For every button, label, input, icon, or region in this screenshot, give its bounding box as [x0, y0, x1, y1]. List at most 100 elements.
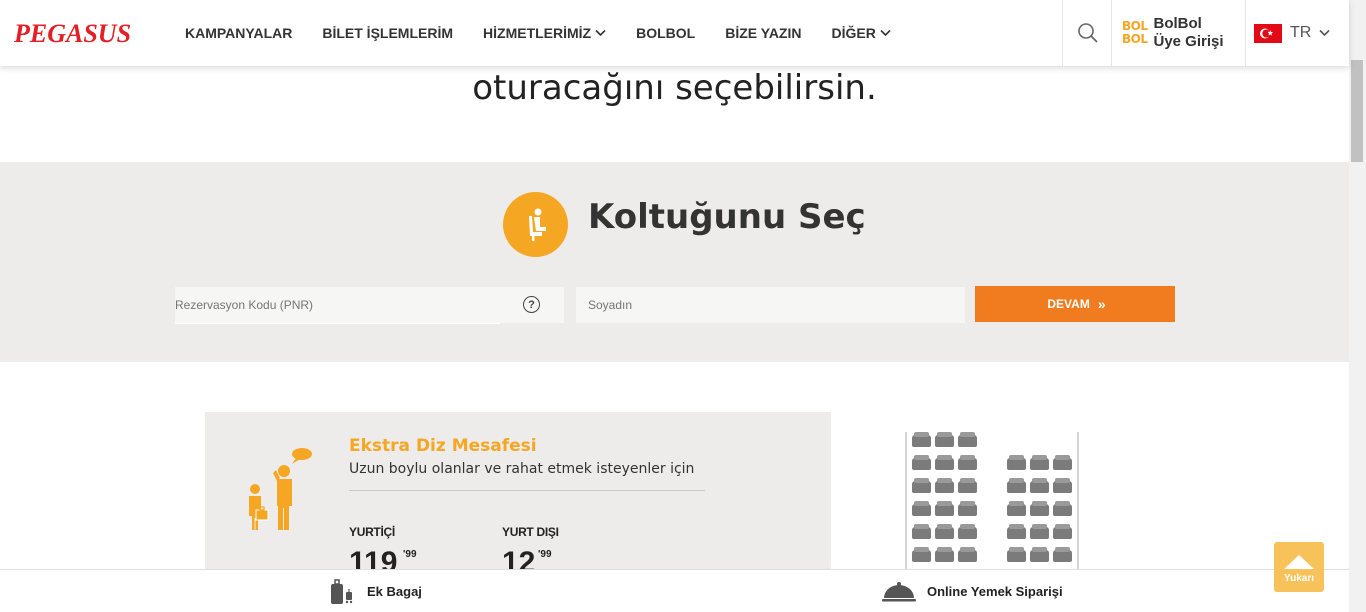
seat-illustration	[1007, 524, 1026, 539]
international-label: YURT DIŞI	[502, 525, 559, 539]
nav-bilet-islemlerim[interactable]: BİLET İŞLEMLERİM	[322, 25, 453, 41]
luggage-icon	[331, 578, 353, 604]
seat-icon	[503, 192, 568, 257]
seatmap-wall-left	[905, 432, 907, 572]
nav-bolbol[interactable]: BOLBOL	[636, 25, 695, 41]
extra-bag-label: Ek Bagaj	[367, 584, 422, 599]
bolbol-login-button[interactable]: BOL BOL BolBol Üye Girişi	[1111, 0, 1246, 66]
seat-illustration	[1007, 501, 1026, 516]
seat-illustration	[1030, 501, 1049, 516]
seat-illustration	[935, 524, 954, 539]
continue-label: DEVAM	[1047, 297, 1090, 311]
bolbol-line2: Üye Girişi	[1153, 33, 1224, 50]
nav-label: DİĞER	[831, 25, 876, 41]
seat-illustration	[935, 501, 954, 516]
seat-illustration	[958, 432, 977, 447]
chevron-down-icon	[595, 29, 606, 37]
search-icon	[1077, 23, 1098, 43]
seat-illustration	[1053, 501, 1072, 516]
seat-illustration	[1030, 547, 1049, 562]
seatmap-wall-right	[1077, 432, 1079, 572]
chevron-down-icon	[1319, 29, 1330, 37]
nav-label: BİZE YAZIN	[725, 25, 802, 41]
card-divider	[349, 490, 705, 491]
seat-illustration	[1053, 547, 1072, 562]
seat-illustration	[912, 478, 931, 493]
language-code: TR	[1290, 24, 1312, 41]
main-nav: KAMPANYALAR BİLET İŞLEMLERİM HİZMETLERİM…	[185, 0, 891, 66]
seat-illustration	[912, 432, 931, 447]
nav-bize-yazin[interactable]: BİZE YAZIN	[725, 25, 801, 41]
bolbol-logo: BOL BOL	[1122, 20, 1148, 46]
tall-person-icon	[249, 448, 312, 530]
seat-select-title: Koltuğunu Seç	[588, 197, 866, 237]
help-icon[interactable]: ?	[523, 296, 540, 313]
turkey-flag-icon	[1254, 23, 1282, 43]
online-meal-label: Online Yemek Siparişi	[927, 584, 1063, 599]
seat-illustration	[912, 455, 931, 470]
nav-label: KAMPANYALAR	[185, 25, 293, 41]
nav-hizmetlerimiz[interactable]: HİZMETLERİMİZ	[483, 25, 606, 41]
arrow-up-icon	[1284, 555, 1314, 569]
bottom-bar: Ek Bagaj Online Yemek Siparişi	[0, 569, 1349, 612]
seat-illustration	[1007, 455, 1026, 470]
seat-illustration	[1053, 478, 1072, 493]
bolbol-logo-bottom: BOL	[1122, 32, 1148, 46]
page-scrollbar[interactable]	[1349, 0, 1366, 612]
seat-illustration	[958, 478, 977, 493]
seat-illustration	[1007, 478, 1026, 493]
hero-text: oturacağını seçebilirsin.	[472, 68, 877, 108]
nav-label: HİZMETLERİMİZ	[483, 25, 592, 41]
nav-label: BİLET İŞLEMLERİM	[322, 25, 454, 41]
seat-illustration	[1053, 455, 1072, 470]
seat-illustration	[935, 547, 954, 562]
pegasus-logo[interactable]: PEGASUS	[14, 18, 146, 48]
search-button[interactable]	[1062, 0, 1112, 66]
page: PEGASUS KAMPANYALAR BİLET İŞLEMLERİM HİZ…	[0, 0, 1366, 612]
bolbol-login-text: BolBol Üye Girişi	[1154, 15, 1224, 51]
seat-illustration	[1053, 524, 1072, 539]
seat-illustration	[935, 432, 954, 447]
site-header: PEGASUS KAMPANYALAR BİLET İŞLEMLERİM HİZ…	[0, 0, 1349, 66]
extra-bag-link[interactable]: Ek Bagaj	[327, 570, 422, 612]
seat-illustration	[958, 455, 977, 470]
pnr-field[interactable]: ?	[175, 287, 564, 324]
seat-illustration	[958, 547, 977, 562]
nav-diger[interactable]: DİĞER	[831, 25, 891, 41]
scrollbar-thumb[interactable]	[1351, 60, 1363, 162]
lastname-input[interactable]	[588, 287, 965, 323]
double-chevron-right-icon: »	[1097, 296, 1106, 312]
extra-legroom-title: Ekstra Diz Mesafesi	[349, 436, 537, 456]
seat-illustration	[912, 524, 931, 539]
seat-select-section	[0, 162, 1349, 362]
seat-illustration	[1030, 478, 1049, 493]
food-cloche-icon	[882, 581, 916, 601]
chevron-down-icon	[880, 29, 891, 37]
domestic-label: YURTİÇİ	[349, 525, 395, 539]
scroll-to-top-label: Yukarı	[1283, 573, 1315, 584]
pnr-input[interactable]	[175, 287, 564, 323]
scroll-to-top-button[interactable]: Yukarı	[1274, 542, 1324, 592]
pnr-underline	[175, 323, 500, 324]
seat-illustration	[1030, 524, 1049, 539]
seat-illustration	[935, 478, 954, 493]
nav-label: BOLBOL	[636, 25, 696, 41]
bolbol-line1: BolBol	[1153, 15, 1202, 32]
online-meal-link[interactable]: Online Yemek Siparişi	[881, 570, 1063, 612]
lastname-field[interactable]	[576, 287, 965, 323]
seat-illustration	[1030, 455, 1049, 470]
seat-illustration	[958, 524, 977, 539]
seat-illustration	[912, 501, 931, 516]
seat-illustration	[912, 547, 931, 562]
continue-button[interactable]: DEVAM »	[975, 286, 1175, 322]
seat-illustration	[958, 501, 977, 516]
seat-map-illustration	[905, 432, 1081, 572]
seat-illustration	[1007, 547, 1026, 562]
seat-illustration	[935, 455, 954, 470]
international-price-cents: '99	[538, 549, 552, 560]
pegasus-logo-text: PEGASUS	[14, 19, 131, 48]
domestic-price-cents: '99	[403, 549, 417, 560]
extra-legroom-subtitle: Uzun boylu olanlar ve rahat etmek isteye…	[349, 461, 695, 477]
language-selector[interactable]: TR	[1245, 0, 1349, 66]
nav-kampanyalar[interactable]: KAMPANYALAR	[185, 25, 292, 41]
